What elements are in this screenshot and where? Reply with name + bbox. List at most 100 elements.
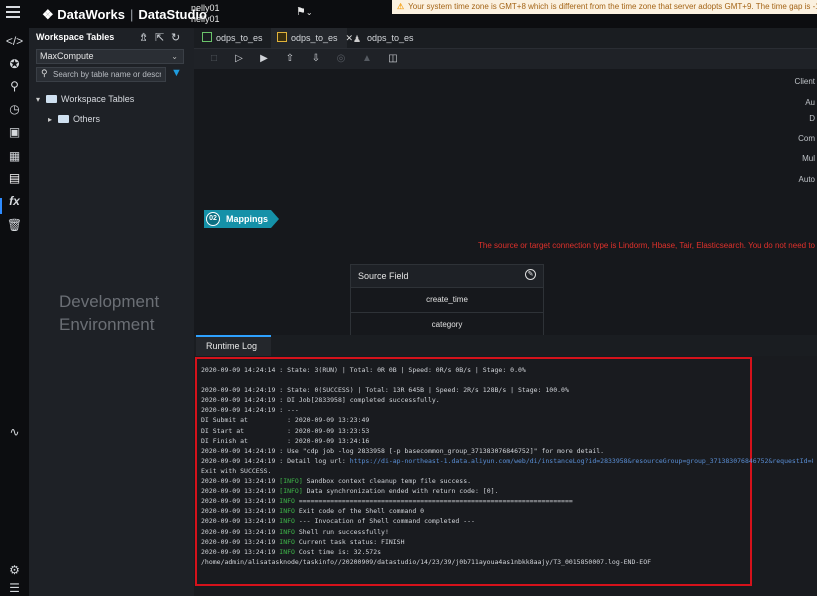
- log-line: DI Submit at : 2020-09-09 13:23:49: [201, 415, 813, 425]
- log-message: Shell run successfully!: [294, 527, 389, 536]
- briefcase-icon[interactable]: ▣: [0, 125, 29, 139]
- refresh-icon[interactable]: ↻: [171, 31, 180, 44]
- log-line: /home/admin/alisatasknode/taskinfo//2020…: [201, 557, 813, 567]
- clock-icon[interactable]: ◷: [0, 102, 29, 116]
- tab-odps-to-es-table[interactable]: odps_to_es: [196, 28, 270, 48]
- tab-label: odps_to_es: [291, 33, 338, 43]
- workspace-display-name: nelly01: [191, 14, 220, 24]
- search-icon[interactable]: ⚲: [0, 79, 29, 93]
- menu-icon[interactable]: [6, 6, 20, 20]
- engine-select[interactable]: MaxCompute ⌄: [36, 49, 184, 64]
- environment-label-line1: Development: [59, 292, 160, 311]
- edit-icon[interactable]: ✎: [525, 269, 536, 280]
- step-arrow: [271, 210, 279, 228]
- log-text: DI Start at : 2020-09-09 13:23:53: [201, 426, 370, 435]
- detail-log-link[interactable]: https://di-ap-northeast-1.data.aliyun.co…: [350, 457, 813, 465]
- tab-label: odps_to_es: [216, 33, 263, 43]
- log-text: 2020-09-09 14:24:19 : DI Job[2833958] co…: [201, 396, 440, 405]
- log-message: ========================================…: [294, 497, 573, 506]
- product-brand[interactable]: ❖ DataWorks | DataStudio: [42, 7, 207, 23]
- tree-node-others[interactable]: ▸ Others: [48, 114, 100, 124]
- log-text: Exit with SUCCESS.: [201, 466, 272, 475]
- table-icon[interactable]: ▦: [0, 149, 29, 163]
- log-line: 2020-09-09 13:24:19 INFO Current task st…: [201, 537, 813, 547]
- tree-node-workspace-tables[interactable]: ▾ Workspace Tables: [36, 94, 134, 104]
- field-row[interactable]: create_time: [351, 288, 543, 313]
- workspace-tables-icon[interactable]: ▤: [0, 171, 29, 185]
- folder-icon: [58, 115, 69, 123]
- timezone-warning-banner: ⚠ Your system time zone is GMT+8 which is…: [392, 0, 817, 14]
- filter-icon[interactable]: ▼: [171, 67, 182, 79]
- log-text: 2020-09-09 13:24:19: [201, 487, 280, 496]
- log-text: 2020-09-09 14:24:14 : State: 3(RUN) | To…: [201, 366, 526, 374]
- log-message: Exit code of the Shell command 0: [294, 507, 425, 516]
- table-search-box[interactable]: ⚲: [36, 67, 166, 82]
- log-output[interactable]: 2020-09-09 14:24:14 : State: 3(RUN) | To…: [201, 365, 813, 567]
- log-line: 2020-09-09 13:24:19 INFO ===============…: [201, 496, 813, 506]
- search-icon: ⚲: [41, 68, 48, 78]
- lock-icon[interactable]: ▲: [361, 53, 373, 65]
- log-line: 2020-09-09 14:24:19 : State: 0(SUCCESS) …: [201, 385, 813, 395]
- lineage-icon[interactable]: ∿: [0, 425, 29, 439]
- deploy-icon[interactable]: ⇩: [310, 53, 322, 65]
- save-icon[interactable]: □: [208, 53, 220, 65]
- export-icon[interactable]: ⇱: [155, 31, 164, 44]
- log-text: 2020-09-09 14:24:19 : State: 0(SUCCESS) …: [201, 386, 569, 395]
- function-icon[interactable]: fx: [0, 194, 29, 208]
- step-label: Mappings: [226, 214, 268, 224]
- log-message: Current task status: FINISH: [294, 537, 405, 546]
- submit-icon[interactable]: ⇧: [284, 53, 296, 65]
- run-icon[interactable]: ▷: [233, 53, 245, 65]
- dataworks-logo-icon: ❖: [42, 7, 54, 22]
- table-search-input[interactable]: [53, 69, 161, 80]
- sync-config-canvas: Client Au D Com Mul Auto 02 Mappings The…: [194, 70, 817, 335]
- log-text: 2020-09-09 13:24:19: [201, 517, 280, 526]
- log-text: /home/admin/alisatasknode/taskinfo//2020…: [201, 557, 652, 566]
- warning-icon: ⚠: [397, 2, 405, 11]
- panel-title: Workspace Tables: [36, 32, 115, 42]
- log-text: 2020-09-09 14:24:19 : ---: [201, 406, 299, 415]
- side-label-d: D: [809, 114, 815, 123]
- tab-odps-to-es-user[interactable]: ♟ odps_to_es: [349, 28, 425, 48]
- log-text: 2020-09-09 14:24:19 : Use "cdp job -log …: [201, 446, 605, 455]
- script-mode-icon[interactable]: ◫: [387, 53, 399, 65]
- table-icon: [202, 32, 212, 42]
- run-with-params-icon[interactable]: ▶: [258, 53, 270, 65]
- log-line: 2020-09-09 13:24:19 [INFO] Sandbox conte…: [201, 476, 813, 486]
- tab-label: odps_to_es: [367, 33, 414, 43]
- source-field-title: Source Field: [358, 271, 409, 281]
- menu-icon[interactable]: ☰: [0, 581, 29, 595]
- log-text: 2020-09-09 13:24:19: [201, 507, 280, 516]
- mappings-step[interactable]: 02 Mappings: [204, 210, 279, 228]
- trash-icon[interactable]: 🗑: [0, 218, 29, 232]
- tab-odps-to-es-di[interactable]: odps_to_es ✕: [271, 28, 353, 48]
- puzzle-icon[interactable]: ✪: [0, 57, 29, 71]
- log-text: 2020-09-09 13:24:19: [201, 527, 280, 536]
- log-line: 2020-09-09 13:24:19 INFO --- Invocation …: [201, 516, 813, 526]
- user-node-icon: ♟: [353, 34, 362, 44]
- log-line: Exit with SUCCESS.: [201, 466, 813, 476]
- di-node-icon: [277, 32, 287, 42]
- field-row[interactable]: category: [351, 313, 543, 335]
- tree-node-label: Others: [73, 114, 101, 124]
- connection-warning: The source or target connection type is …: [478, 241, 815, 250]
- editor-toolbar: □ ▷ ▶ ⇧ ⇩ ◎ ▲ ◫: [194, 49, 817, 69]
- editor-tab-bar: odps_to_es odps_to_es ✕ ♟ odps_to_es: [194, 28, 817, 49]
- bookmark-dropdown-icon[interactable]: ⚑⌄: [296, 5, 313, 18]
- tab-runtime-log[interactable]: Runtime Log: [196, 335, 271, 356]
- log-message: --- Invocation of Shell command complete…: [294, 517, 475, 526]
- top-bar: ❖ DataWorks | DataStudio nelly01 nelly01 ⚑…: [0, 0, 817, 28]
- log-text: 2020-09-09 13:24:19: [201, 537, 280, 546]
- chevron-down-icon: ▾: [36, 95, 41, 104]
- log-message: Cost time is: 32.572s: [294, 547, 382, 556]
- settings-icon[interactable]: ⚙: [0, 563, 29, 577]
- import-icon[interactable]: ⇯: [139, 31, 148, 44]
- workspace-tables-panel: Workspace Tables ⇯ ⇱ ↻ MaxCompute ⌄ ⚲ ▼ …: [29, 28, 222, 596]
- log-line: 2020-09-09 13:24:19 INFO Exit code of th…: [201, 506, 813, 516]
- workspace-switcher[interactable]: nelly01 nelly01: [191, 3, 220, 25]
- log-level-tag: [INFO]: [279, 487, 303, 496]
- code-icon[interactable]: </>: [0, 34, 29, 48]
- stop-icon[interactable]: ◎: [335, 53, 347, 65]
- log-line: DI Finish at : 2020-09-09 13:24:16: [201, 436, 813, 446]
